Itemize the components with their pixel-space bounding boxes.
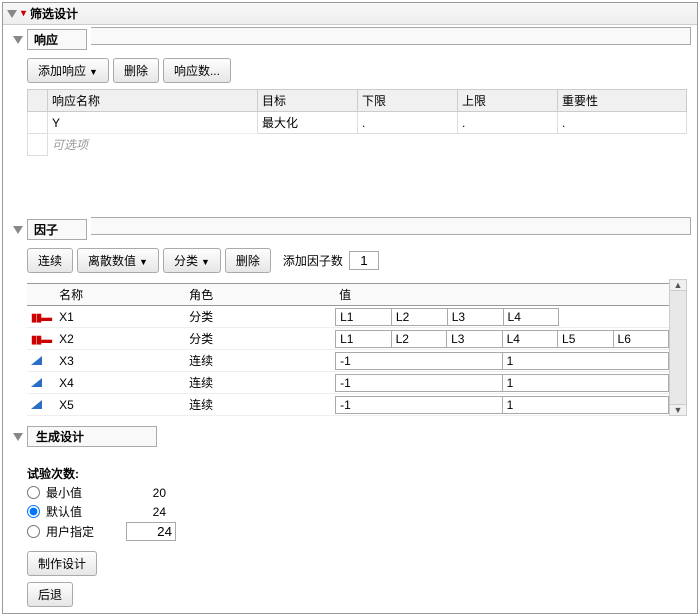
add-factor-count-label: 添加因子数 bbox=[283, 252, 343, 269]
factor-values[interactable]: -11 bbox=[335, 352, 669, 370]
continuous-icon bbox=[31, 378, 42, 387]
response-count-button[interactable]: 响应数... bbox=[163, 58, 231, 83]
factors-header-bar bbox=[91, 217, 691, 235]
col-upper: 上限 bbox=[458, 90, 558, 112]
back-button[interactable]: 后退 bbox=[27, 582, 73, 607]
factor-values[interactable]: -11 bbox=[335, 396, 669, 414]
table-row[interactable]: ▮▮▬ X2分类L1L2L3L4L5L6 bbox=[27, 328, 669, 350]
runs-default-label: 默认值 bbox=[46, 503, 126, 520]
categorical-button[interactable]: 分类▼ bbox=[163, 248, 221, 273]
add-factor-count-input[interactable] bbox=[349, 251, 379, 270]
factor-role[interactable]: 连续 bbox=[185, 394, 335, 416]
col-lower: 下限 bbox=[358, 90, 458, 112]
runs-min-value: 20 bbox=[126, 486, 166, 500]
factor-name[interactable]: X5 bbox=[55, 394, 185, 416]
response-table: 响应名称 目标 下限 上限 重要性 Y最大化...可选项 bbox=[27, 89, 687, 209]
factor-role[interactable]: 分类 bbox=[185, 306, 335, 328]
col-goal: 目标 bbox=[258, 90, 358, 112]
main-header: ▾ 筛选设计 bbox=[3, 3, 697, 25]
factor-name[interactable]: X1 bbox=[55, 306, 185, 328]
runs-label: 试验次数: bbox=[27, 465, 687, 482]
disclose-factors-icon[interactable] bbox=[13, 226, 23, 234]
factor-role[interactable]: 分类 bbox=[185, 328, 335, 350]
response-title: 响应 bbox=[27, 29, 87, 50]
col-response-name: 响应名称 bbox=[48, 90, 258, 112]
dropdown-arrow-icon: ▼ bbox=[201, 257, 210, 267]
col-blank bbox=[28, 90, 48, 112]
disclose-generate-icon[interactable] bbox=[13, 433, 23, 441]
runs-user-input[interactable] bbox=[126, 522, 176, 541]
runs-min-label: 最小值 bbox=[46, 484, 126, 501]
table-row[interactable]: X4连续-11 bbox=[27, 372, 669, 394]
factor-values[interactable]: -11 bbox=[335, 374, 669, 392]
factor-name[interactable]: X3 bbox=[55, 350, 185, 372]
disclose-response-icon[interactable] bbox=[13, 36, 23, 44]
factor-name[interactable]: X4 bbox=[55, 372, 185, 394]
col-factor-values: 值 bbox=[335, 284, 669, 306]
dropdown-main-icon[interactable]: ▾ bbox=[21, 8, 26, 19]
runs-user-radio[interactable] bbox=[27, 525, 40, 538]
factor-name[interactable]: X2 bbox=[55, 328, 185, 350]
factors-table: 名称 角色 值 ▮▮▬ X1分类L1L2L3L4 ▮▮▬ X2分类L1L2L3L4L5… bbox=[27, 283, 669, 416]
factors-header: 因子 bbox=[9, 217, 91, 242]
table-row[interactable]: X3连续-11 bbox=[27, 350, 669, 372]
main-title: 筛选设计 bbox=[30, 5, 78, 22]
factor-role[interactable]: 连续 bbox=[185, 350, 335, 372]
col-importance: 重要性 bbox=[558, 90, 687, 112]
bar-chart-icon: ▮▮▬ bbox=[31, 312, 51, 324]
generate-header: 生成设计 bbox=[9, 424, 691, 449]
generate-title: 生成设计 bbox=[27, 426, 157, 447]
response-header: 响应 bbox=[9, 27, 91, 52]
delete-factor-button[interactable]: 删除 bbox=[225, 248, 271, 273]
factors-title: 因子 bbox=[27, 219, 87, 240]
placeholder-row[interactable]: 可选项 bbox=[28, 134, 687, 156]
scroll-up-icon[interactable]: ▲ bbox=[674, 280, 683, 290]
table-row[interactable]: ▮▮▬ X1分类L1L2L3L4 bbox=[27, 306, 669, 328]
scroll-track[interactable] bbox=[670, 290, 686, 405]
factor-role[interactable]: 连续 bbox=[185, 372, 335, 394]
add-response-button[interactable]: 添加响应▼ bbox=[27, 58, 109, 83]
runs-min-radio[interactable] bbox=[27, 486, 40, 499]
bar-chart-icon: ▮▮▬ bbox=[31, 334, 51, 346]
continuous-button[interactable]: 连续 bbox=[27, 248, 73, 273]
dropdown-arrow-icon: ▼ bbox=[139, 257, 148, 267]
discrete-numeric-button[interactable]: 离散数值▼ bbox=[77, 248, 159, 273]
runs-default-radio[interactable] bbox=[27, 505, 40, 518]
dropdown-arrow-icon: ▼ bbox=[89, 67, 98, 77]
col-factor-role: 角色 bbox=[185, 284, 335, 306]
continuous-icon bbox=[31, 400, 42, 409]
table-row[interactable]: Y最大化... bbox=[28, 112, 687, 134]
runs-user-label: 用户指定 bbox=[46, 523, 126, 540]
runs-default-value: 24 bbox=[126, 505, 166, 519]
table-row[interactable]: X5连续-11 bbox=[27, 394, 669, 416]
col-factor-name: 名称 bbox=[55, 284, 185, 306]
disclose-main-icon[interactable] bbox=[7, 10, 17, 18]
response-header-bar bbox=[91, 27, 691, 45]
factor-values[interactable]: L1L2L3L4L5L6 bbox=[335, 330, 669, 348]
make-design-button[interactable]: 制作设计 bbox=[27, 551, 97, 576]
scroll-down-icon[interactable]: ▼ bbox=[674, 405, 683, 415]
delete-response-button[interactable]: 删除 bbox=[113, 58, 159, 83]
continuous-icon bbox=[31, 356, 42, 365]
scrollbar[interactable]: ▲ ▼ bbox=[669, 279, 687, 416]
factor-values[interactable]: L1L2L3L4 bbox=[335, 308, 669, 326]
